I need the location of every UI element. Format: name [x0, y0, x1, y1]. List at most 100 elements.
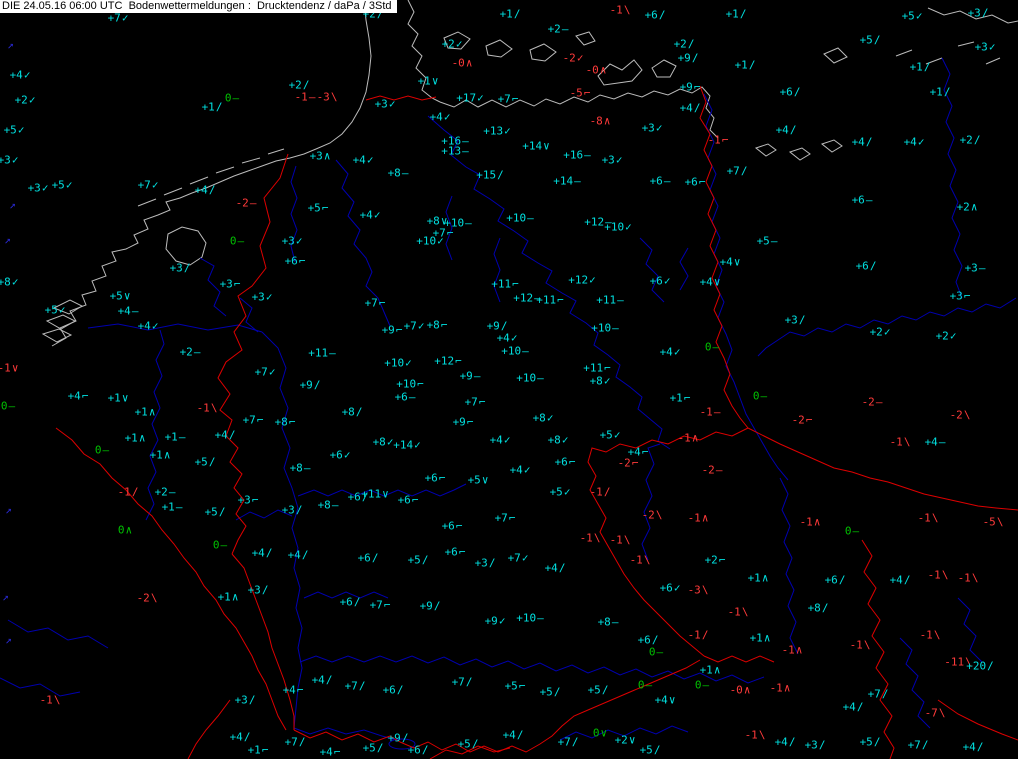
station-plot: +2∧	[957, 202, 978, 213]
tendency-symbol-icon: ⌐	[518, 679, 526, 693]
pressure-tendency-value: -3	[316, 90, 330, 104]
pressure-tendency-value: +4	[67, 389, 81, 403]
pressure-tendency-value: 0	[229, 234, 237, 248]
station-plot: ↗	[1, 592, 9, 603]
station-plot: +1⌐	[670, 393, 691, 404]
pressure-tendency-value: +14	[522, 139, 543, 153]
station-plot: +1–	[165, 432, 186, 443]
station-plot: +3∧	[310, 151, 331, 162]
tendency-symbol-icon: ∧	[323, 149, 331, 163]
tendency-symbol-icon: ✓	[523, 463, 531, 477]
tendency-symbol-icon: /	[740, 164, 748, 178]
pressure-tendency-value: +10	[506, 211, 527, 225]
pressure-tendency-value: +6	[779, 85, 793, 99]
pressure-tendency-value: +2	[614, 733, 628, 747]
tendency-symbol-icon: ⌐	[511, 92, 519, 106]
pressure-tendency-value: 0	[94, 443, 102, 457]
pressure-tendency-value: +4	[654, 693, 668, 707]
tendency-symbol-icon: ✓	[417, 319, 425, 333]
tendency-symbol-icon: ✓	[655, 121, 663, 135]
station-plot: +3✓	[282, 236, 303, 247]
pressure-tendency-value: +3	[0, 153, 11, 167]
station-plot: +4✓	[10, 70, 31, 81]
station-plot: +2⌐	[705, 555, 726, 566]
station-plot: +8✓	[0, 277, 18, 288]
tendency-symbol-icon: /	[313, 378, 321, 392]
tendency-symbol-icon: –	[865, 193, 873, 207]
tendency-symbol-icon: ✓	[405, 356, 412, 370]
pressure-tendency-value: +3	[219, 277, 233, 291]
station-plot: +3–	[965, 263, 986, 274]
station-plot: -8∧	[590, 116, 611, 127]
tendency-symbol-icon: ✓	[504, 124, 511, 138]
station-plot: +4/	[890, 575, 911, 586]
station-plot: -5\	[983, 517, 1004, 528]
pressure-tendency-value: +6	[397, 493, 411, 507]
pressure-tendency-value: -1	[629, 553, 643, 567]
tendency-symbol-icon: ✓	[121, 11, 129, 25]
station-plot: +4–	[118, 306, 139, 317]
station-plot: -1\	[610, 535, 631, 546]
station-plot: -3\	[688, 585, 709, 596]
station-plot: +10✓	[604, 222, 632, 233]
tendency-symbol-icon: –	[193, 345, 201, 359]
tendency-symbol-icon: –	[237, 234, 245, 248]
pressure-tendency-value: +5	[504, 679, 518, 693]
pressure-tendency-value: +6	[339, 595, 353, 609]
pressure-tendency-value: +5	[467, 473, 481, 487]
station-plot: +8✓	[590, 376, 611, 387]
pressure-tendency-value: +6	[444, 545, 458, 559]
tendency-symbol-icon: /	[516, 728, 524, 742]
station-plot: +2✓	[15, 95, 36, 106]
tendency-symbol-icon: /	[396, 683, 404, 697]
pressure-tendency-value: +7	[507, 551, 521, 565]
tendency-symbol-icon: –	[462, 144, 469, 158]
pressure-tendency-value: +2	[14, 93, 28, 107]
station-plot: +8⌐	[275, 417, 296, 428]
station-plot: +4∨	[720, 257, 741, 268]
tendency-symbol-icon: \	[330, 90, 338, 104]
tendency-symbol-icon: ⌐	[440, 318, 448, 332]
station-plot: 0∨	[593, 728, 607, 739]
tendency-symbol-icon: ∧	[743, 683, 751, 697]
station-plot: +7⌐	[498, 94, 519, 105]
tendency-symbol-icon: –	[473, 369, 481, 383]
pressure-tendency-value: +6	[649, 274, 663, 288]
station-plot: +4/	[312, 675, 333, 686]
station-plot: +9⌐	[680, 82, 701, 93]
station-plot: -1\	[610, 5, 631, 16]
pressure-tendency-value: +3	[309, 149, 323, 163]
tendency-symbol-icon: ⌐	[383, 598, 391, 612]
pressure-tendency-value: +4	[137, 319, 151, 333]
tendency-symbol-icon: –	[611, 615, 619, 629]
station-plot: +6/	[856, 261, 877, 272]
tendency-symbol-icon: ∧	[783, 681, 791, 695]
tendency-symbol-icon: –	[527, 211, 534, 225]
station-plot: +3✓	[375, 99, 396, 110]
tendency-symbol-icon: ✓	[673, 345, 681, 359]
station-plot: -1∧	[800, 517, 821, 528]
pressure-tendency-value: +12	[568, 273, 589, 287]
tendency-symbol-icon: –	[131, 304, 139, 318]
station-plot: +20/	[966, 661, 994, 672]
station-plot: +1∧	[125, 433, 146, 444]
tendency-symbol-icon: ↗	[9, 198, 16, 212]
pressure-tendency-value: -1	[0, 361, 11, 375]
pressure-tendency-value: +8	[274, 415, 288, 429]
pressure-tendency-value: +1	[149, 448, 163, 462]
tendency-symbol-icon: ⌐	[805, 413, 813, 427]
station-plot: -3\	[317, 92, 338, 103]
station-plot: +3/	[235, 695, 256, 706]
pressure-tendency-value: -1	[39, 693, 53, 707]
tendency-symbol-icon: ⌐	[288, 415, 296, 429]
tendency-symbol-icon: /	[248, 693, 256, 707]
station-plot: +10–	[591, 323, 619, 334]
station-plot: +6/	[780, 87, 801, 98]
station-plot: -2⌐	[792, 415, 813, 426]
tendency-symbol-icon: /	[208, 455, 216, 469]
pressure-tendency-value: +4	[229, 730, 243, 744]
tendency-symbol-icon: –	[656, 645, 664, 659]
station-plot: +6✓	[330, 450, 351, 461]
station-plot: +3✓	[602, 155, 623, 166]
tendency-symbol-icon: \	[863, 638, 871, 652]
